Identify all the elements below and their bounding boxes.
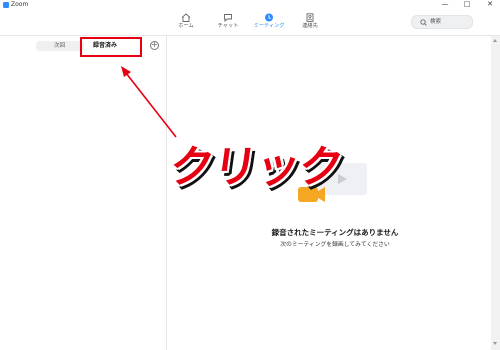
annotation-click-text: クリック <box>166 142 346 193</box>
